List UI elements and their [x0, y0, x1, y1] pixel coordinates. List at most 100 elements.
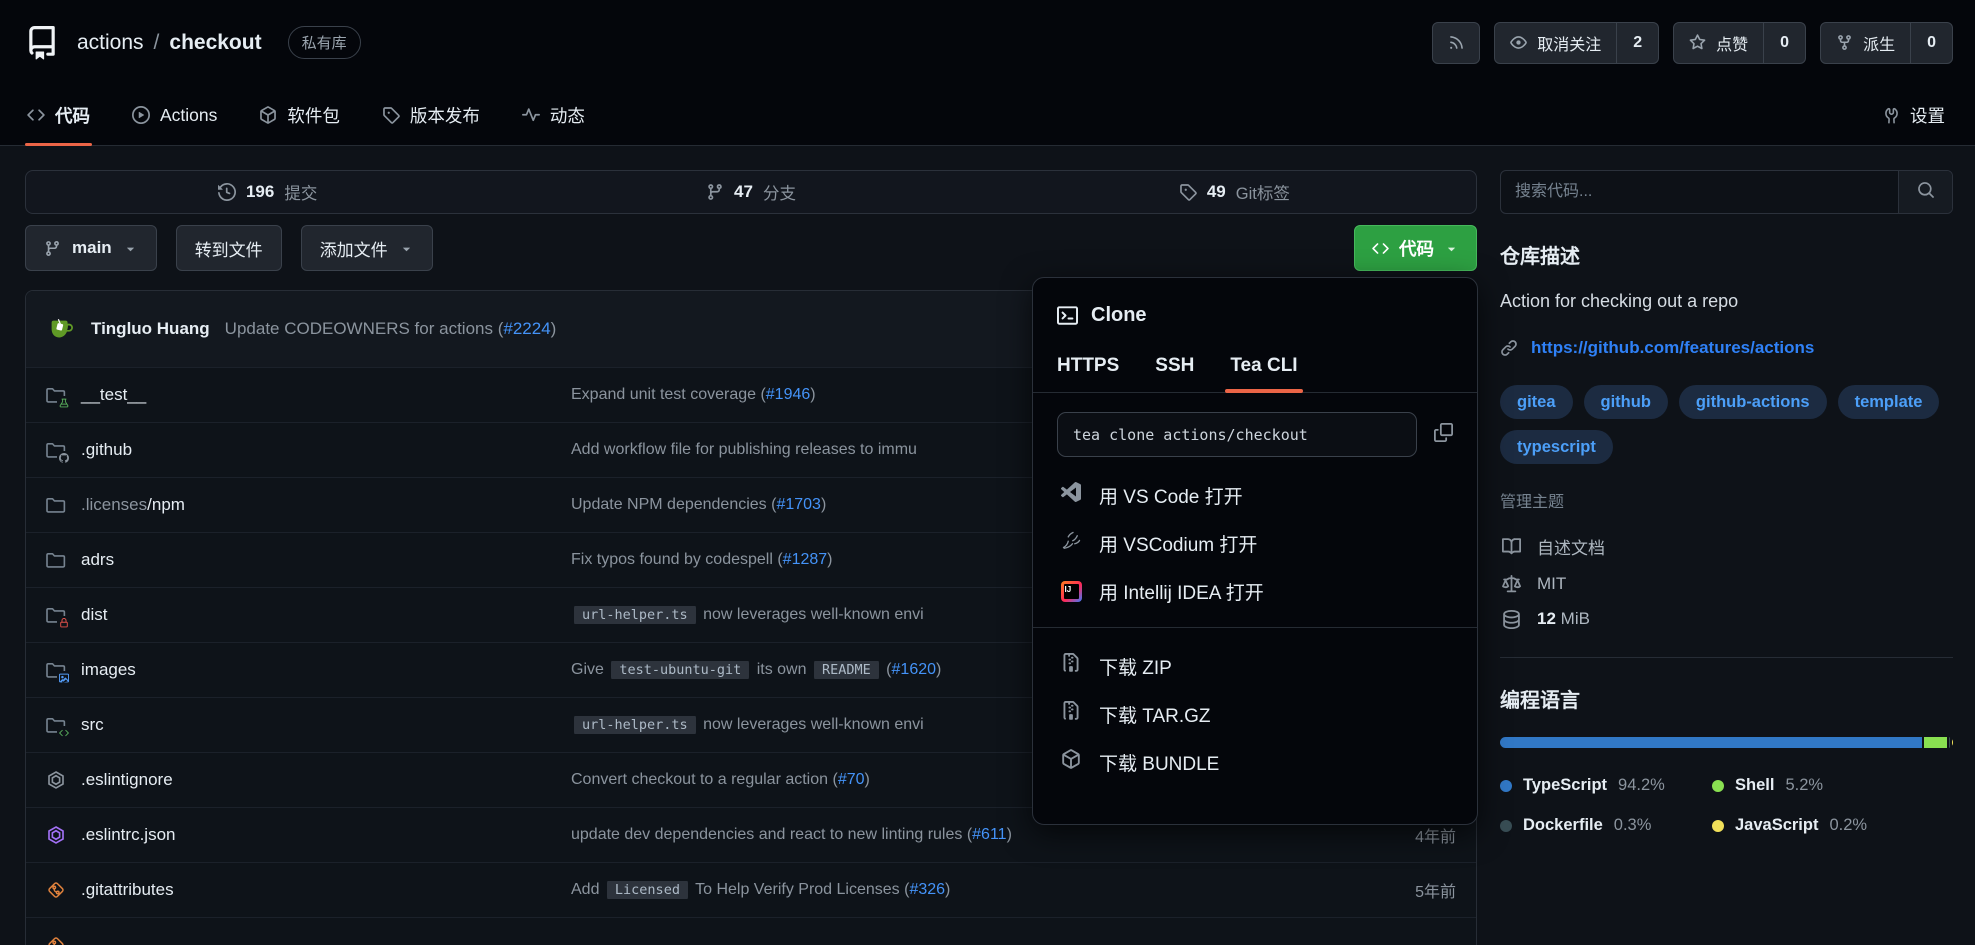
- branch-selector[interactable]: main: [25, 225, 157, 271]
- file-name-link[interactable]: .gitattributes: [81, 880, 174, 900]
- readme-row[interactable]: 自述文档: [1500, 534, 1953, 559]
- search-button[interactable]: [1898, 171, 1952, 213]
- issue-link[interactable]: #2224: [503, 319, 550, 338]
- topic-typescript[interactable]: typescript: [1500, 430, 1613, 464]
- file-name-link[interactable]: dist: [81, 605, 107, 625]
- file-name-link[interactable]: .licenses/npm: [81, 495, 185, 515]
- clone-command-input[interactable]: tea clone actions/checkout: [1057, 412, 1417, 457]
- clone-tab-https[interactable]: HTTPS: [1057, 355, 1119, 392]
- clone-dropdown: Clone HTTPS SSH Tea CLI tea clone actions/…: [1032, 277, 1478, 825]
- breadcrumb-repo-link[interactable]: checkout: [169, 31, 261, 55]
- issue-link[interactable]: #1287: [783, 551, 828, 568]
- file-name-link[interactable]: .eslintignore: [81, 770, 173, 790]
- repo-page: actions / checkout 私有库 取消关注 2 点赞: [0, 0, 1975, 945]
- download-item[interactable]: 下载 BUNDLE: [1053, 738, 1457, 786]
- file-name-link[interactable]: images: [81, 660, 136, 680]
- add-file-button[interactable]: 添加文件: [301, 225, 433, 271]
- website-row: https://github.com/features/actions: [1500, 338, 1953, 358]
- file-name-link[interactable]: .eslintrc.json: [81, 825, 175, 845]
- language-legend-item[interactable]: Shell5.2%: [1712, 776, 1953, 795]
- fork-button[interactable]: 派生 0: [1820, 22, 1953, 64]
- issue-link[interactable]: #70: [838, 771, 865, 788]
- breadcrumb: actions / checkout 私有库: [25, 26, 361, 60]
- eslint-gray-icon: [46, 770, 66, 790]
- topic-gitea[interactable]: gitea: [1500, 385, 1573, 419]
- language-legend: TypeScript94.2%Shell5.2% Dockerfile0.3%Ja…: [1500, 776, 1953, 835]
- vscode-icon: [1061, 482, 1081, 508]
- repo-sidebar: 仓库描述 Action for checking out a repo http…: [1500, 170, 1953, 945]
- rss-button[interactable]: [1432, 22, 1480, 64]
- topic-github-actions[interactable]: github-actions: [1679, 385, 1827, 419]
- language-legend-item[interactable]: TypeScript94.2%: [1500, 776, 1712, 795]
- commit-author-link[interactable]: Tingluo Huang: [91, 319, 210, 339]
- image-icon: [57, 671, 70, 684]
- download-item[interactable]: 下载 ZIP: [1053, 642, 1457, 690]
- file-name-link[interactable]: __test__: [81, 385, 146, 405]
- open-with-item[interactable]: 用 VSCodium 打开: [1053, 519, 1457, 567]
- commit-message[interactable]: update dev dependencies and react to new…: [571, 826, 1346, 844]
- folder-github-icon: [46, 440, 66, 460]
- tab-label: 代码: [55, 103, 90, 128]
- clone-header: Clone: [1053, 304, 1457, 327]
- code-download-button[interactable]: 代码: [1354, 225, 1477, 271]
- fork-count[interactable]: 0: [1910, 23, 1952, 63]
- branch-icon: [44, 240, 61, 257]
- star-button[interactable]: 点赞 0: [1673, 22, 1806, 64]
- tab-actions[interactable]: Actions: [132, 85, 217, 145]
- repo-book-logo-icon[interactable]: [25, 26, 59, 60]
- download-item[interactable]: 下载 TAR.GZ: [1053, 690, 1457, 738]
- file-name-link[interactable]: .github: [81, 440, 132, 460]
- tab-版本发布[interactable]: 版本发布: [382, 85, 480, 145]
- commit-message[interactable]: Update CODEOWNERS for actions (#2224): [225, 319, 557, 339]
- clone-tab-ssh[interactable]: SSH: [1155, 355, 1194, 392]
- table-row[interactable]: .gitattributes Add Licensed To Help Verif…: [26, 862, 1476, 917]
- intellij-idea-icon: [1061, 581, 1082, 602]
- search-input[interactable]: [1501, 171, 1898, 213]
- terminal-icon: [1057, 305, 1078, 326]
- menu-item-label: 下载 TAR.GZ: [1099, 701, 1211, 728]
- unwatch-button[interactable]: 取消关注 2: [1494, 22, 1659, 64]
- clone-protocol-tabs: HTTPS SSH Tea CLI: [1033, 355, 1477, 393]
- open-with-item[interactable]: 用 VS Code 打开: [1053, 471, 1457, 519]
- website-link[interactable]: https://github.com/features/actions: [1531, 338, 1814, 358]
- copy-button[interactable]: [1434, 423, 1457, 447]
- file-name-link[interactable]: adrs: [81, 550, 114, 570]
- file-name-link[interactable]: src: [81, 715, 104, 735]
- watch-count[interactable]: 2: [1616, 23, 1658, 63]
- table-row[interactable]: [26, 917, 1476, 945]
- clone-tab-tea-cli[interactable]: Tea CLI: [1230, 355, 1297, 392]
- open-with-item[interactable]: 用 Intellij IDEA 打开: [1053, 567, 1457, 615]
- issue-link[interactable]: #1946: [766, 386, 811, 403]
- language-dot-icon: [1500, 780, 1512, 792]
- unwatch-label: 取消关注: [1537, 31, 1601, 55]
- tag-icon: [1179, 183, 1197, 201]
- language-legend-item[interactable]: JavaScript0.2%: [1712, 816, 1953, 835]
- chevron-down-icon: [399, 241, 414, 256]
- issue-link[interactable]: #326: [909, 881, 945, 898]
- tab-code[interactable]: 代码: [27, 85, 90, 145]
- license-row[interactable]: MIT: [1500, 574, 1953, 594]
- stat-Git标签[interactable]: 49Git标签: [993, 171, 1476, 213]
- clone-title: Clone: [1091, 304, 1147, 327]
- commit-message[interactable]: Add Licensed To Help Verify Prod License…: [571, 881, 1346, 899]
- stat-提交[interactable]: 196提交: [26, 171, 509, 213]
- star-count[interactable]: 0: [1763, 23, 1805, 63]
- goto-file-button[interactable]: 转到文件: [176, 225, 282, 271]
- tab-settings[interactable]: 设置: [1883, 85, 1945, 145]
- issue-link[interactable]: #611: [972, 826, 1006, 843]
- tab-软件包[interactable]: 软件包: [259, 85, 340, 145]
- language-legend-item[interactable]: Dockerfile0.3%: [1500, 816, 1712, 835]
- avatar[interactable]: [46, 314, 76, 344]
- topic-template[interactable]: template: [1838, 385, 1940, 419]
- manage-topics-link[interactable]: 管理主题: [1500, 488, 1564, 512]
- tab-动态[interactable]: 动态: [522, 85, 585, 145]
- play-icon: [132, 106, 150, 124]
- topic-github[interactable]: github: [1584, 385, 1668, 419]
- issue-link[interactable]: #1620: [892, 661, 937, 678]
- breadcrumb-owner-link[interactable]: actions: [77, 31, 144, 55]
- folder-code-icon: [46, 715, 66, 735]
- breadcrumb-separator: /: [154, 31, 160, 55]
- stat-分支[interactable]: 47分支: [509, 171, 992, 213]
- issue-link[interactable]: #1703: [776, 496, 821, 513]
- repo-size-row: 12 MiB: [1500, 609, 1953, 629]
